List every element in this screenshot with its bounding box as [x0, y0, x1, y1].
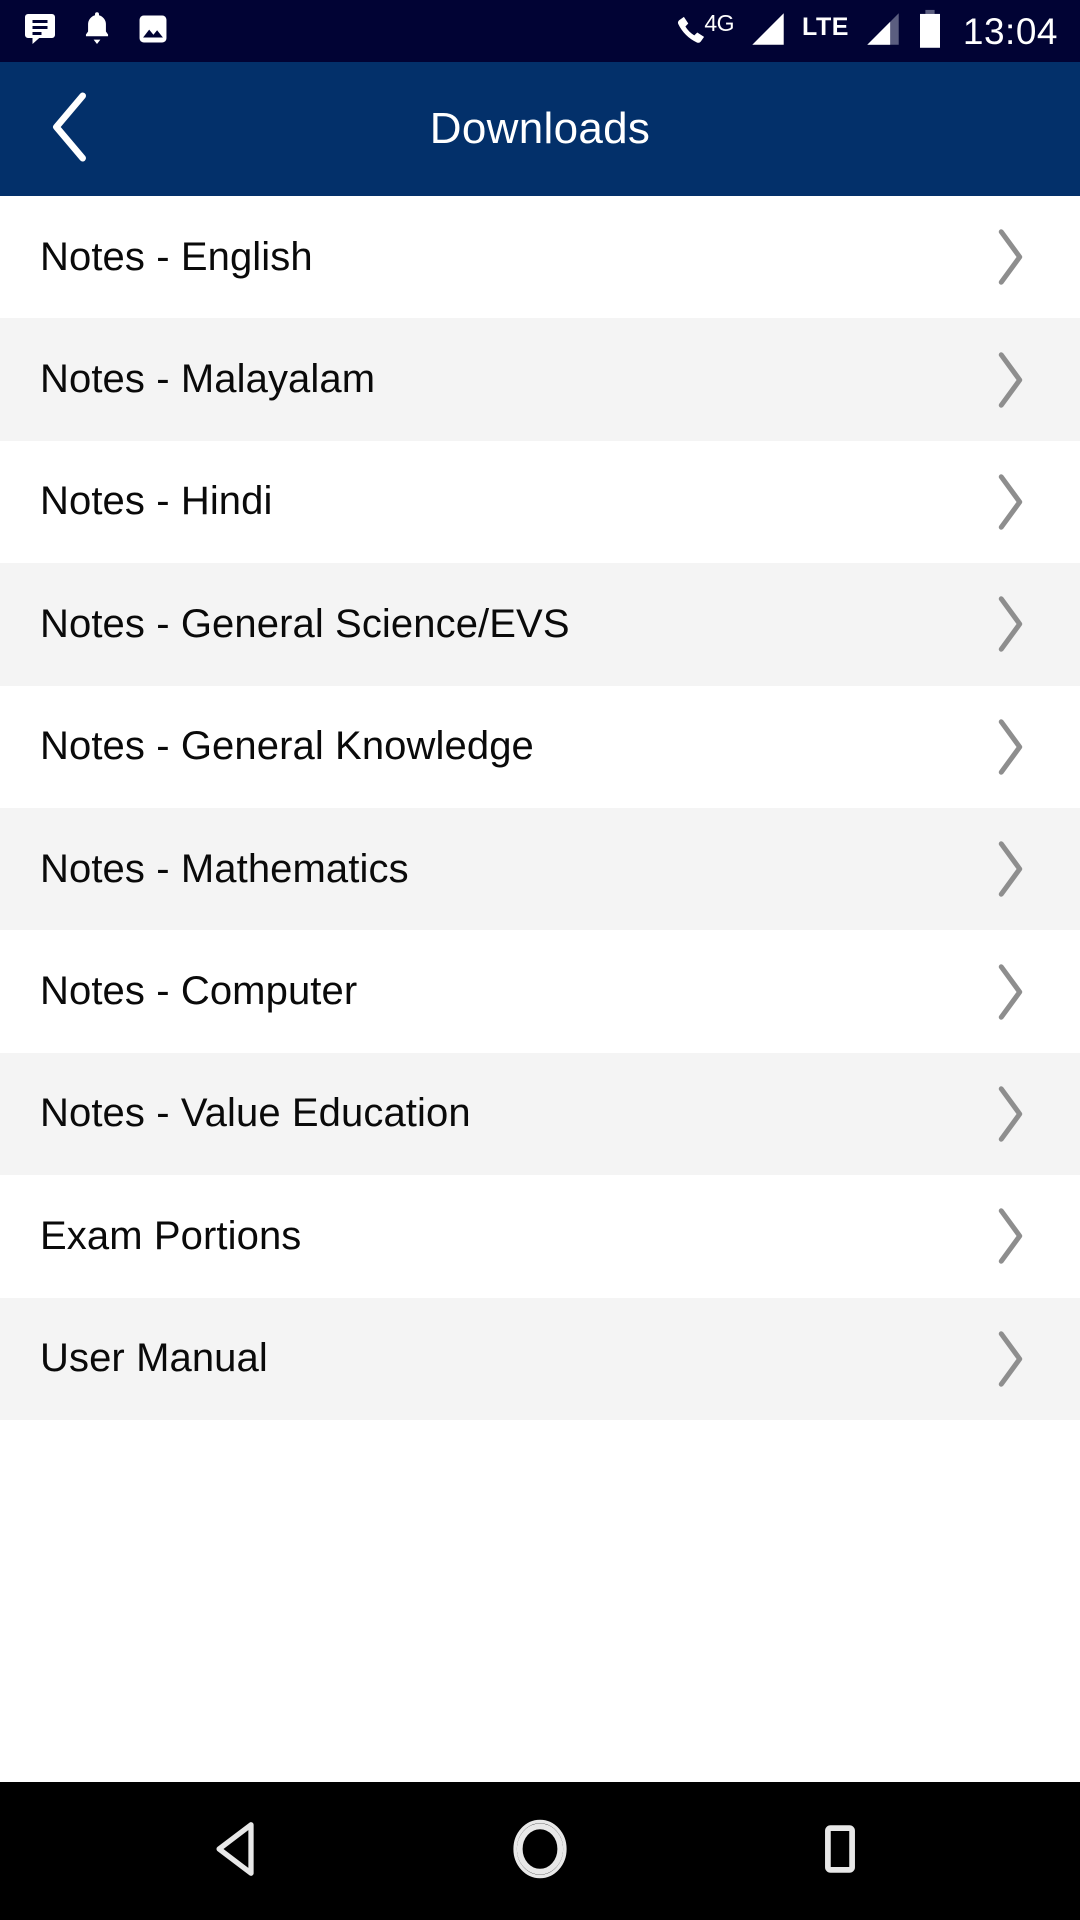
network-type-4g-label: 4G	[704, 10, 735, 36]
list-item-label: Notes - Value Education	[40, 1091, 471, 1136]
page-title: Downloads	[429, 104, 651, 153]
square-icon	[807, 1816, 873, 1887]
triangle-left-icon	[207, 1816, 273, 1887]
list-item[interactable]: Exam Portions	[0, 1175, 1080, 1298]
list-item[interactable]: Notes - Mathematics	[0, 807, 1080, 931]
list-item[interactable]: Notes - Hindi	[0, 440, 1080, 564]
status-bar-clock: 13:04	[962, 10, 1058, 52]
nav-back-button[interactable]	[165, 1796, 315, 1906]
list-item[interactable]: Notes - General Knowledge	[0, 685, 1080, 808]
list-item-label: Notes - Hindi	[40, 479, 273, 524]
list-item-label: Notes - Mathematics	[40, 846, 409, 891]
list-item-label: Notes - English	[40, 234, 313, 279]
app-bar: Downloads	[0, 62, 1080, 196]
chevron-right-icon	[984, 596, 1036, 653]
chevron-right-icon	[984, 963, 1036, 1020]
status-bar-right-icons: 4G LTE 13:04	[676, 9, 1058, 54]
chevron-right-icon	[984, 229, 1036, 285]
downloads-list[interactable]: Notes - English Notes - Malayalam Notes …	[0, 196, 1080, 1740]
list-item[interactable]: Notes - General Science/EVS	[0, 563, 1080, 686]
list-item-label: Notes - Computer	[40, 969, 358, 1014]
list-item[interactable]: Notes - Computer	[0, 930, 1080, 1053]
notification-bell-icon	[80, 10, 114, 53]
phone-screen: 4G LTE 13:04 Downloads Notes - English N…	[0, 0, 1080, 1920]
phone-call-icon: 4G	[676, 10, 735, 48]
status-bar: 4G LTE 13:04	[0, 0, 1080, 62]
chevron-right-icon	[984, 474, 1036, 530]
list-item[interactable]: Notes - English	[0, 196, 1080, 319]
status-bar-left-icons	[22, 10, 170, 53]
chevron-right-icon	[984, 719, 1036, 775]
list-item[interactable]: Notes - Malayalam	[0, 318, 1080, 441]
message-icon	[22, 11, 58, 52]
chevron-right-icon	[984, 1330, 1036, 1387]
list-bottom-spacer	[0, 1740, 1080, 1782]
list-item[interactable]: User Manual	[0, 1297, 1080, 1420]
nav-recents-button[interactable]	[765, 1796, 915, 1906]
circle-icon	[507, 1816, 573, 1887]
list-item-label: Notes - Malayalam	[40, 357, 376, 402]
chevron-right-icon	[984, 351, 1036, 408]
nav-home-button[interactable]	[465, 1796, 615, 1906]
signal-bars-sim1-icon	[748, 10, 788, 53]
list-item-label: Notes - General Knowledge	[40, 724, 534, 769]
system-navigation-bar	[0, 1782, 1080, 1920]
image-icon	[136, 12, 170, 51]
list-item-label: User Manual	[40, 1336, 268, 1381]
list-item-label: Exam Portions	[40, 1213, 302, 1258]
network-type-lte-label: LTE	[802, 12, 849, 41]
chevron-right-icon	[984, 1208, 1036, 1265]
chevron-right-icon	[984, 1086, 1036, 1142]
chevron-left-icon	[46, 90, 94, 169]
chevron-right-icon	[984, 841, 1036, 897]
battery-icon	[917, 9, 943, 54]
back-button[interactable]	[28, 87, 112, 171]
signal-bars-sim2-icon	[863, 10, 903, 53]
list-item-label: Notes - General Science/EVS	[40, 601, 570, 646]
list-item[interactable]: Notes - Value Education	[0, 1052, 1080, 1176]
